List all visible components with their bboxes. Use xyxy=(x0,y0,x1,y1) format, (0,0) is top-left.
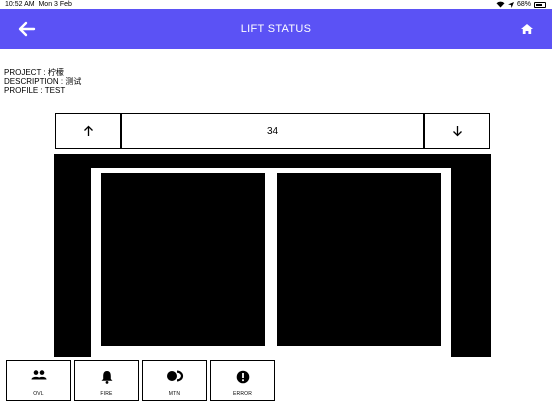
mtn-button[interactable]: MTN xyxy=(142,360,207,401)
lift-door-frame xyxy=(91,168,451,357)
ovl-label: OVL xyxy=(33,391,44,397)
lift-shaft xyxy=(54,154,491,357)
app-header: LIFT STATUS xyxy=(0,9,552,49)
lift-info: PROJECT : 柠檬 DESCRIPTION : 测试 PROFILE : … xyxy=(4,68,81,95)
status-time-date: 10:52 AM Mon 3 Feb xyxy=(5,0,72,9)
status-time: 10:52 AM xyxy=(5,1,35,8)
battery-icon xyxy=(534,1,546,8)
mtn-label: MTN xyxy=(168,391,181,397)
lift-door-right xyxy=(277,173,441,346)
floor-down-button[interactable] xyxy=(424,113,490,149)
ovl-button[interactable]: OVL xyxy=(6,360,71,401)
alert-icon xyxy=(236,370,249,384)
bell-icon xyxy=(101,371,112,384)
location-icon xyxy=(507,1,514,8)
status-date: Mon 3 Feb xyxy=(38,1,72,8)
status-right: 68% xyxy=(496,0,546,9)
wifi-icon xyxy=(496,1,505,8)
battery-percent: 68% xyxy=(516,1,531,8)
status-bar: 10:52 AM Mon 3 Feb 68% xyxy=(0,0,552,9)
arrow-down-icon xyxy=(452,126,462,137)
toggle-icon xyxy=(166,370,183,382)
description-line: DESCRIPTION : 测试 xyxy=(4,77,82,86)
arrow-up-icon xyxy=(83,125,93,136)
current-floor-display: 34 xyxy=(121,113,424,149)
home-icon[interactable] xyxy=(520,22,534,36)
error-button[interactable]: ERROR xyxy=(210,360,275,401)
lift-door-left xyxy=(101,173,265,346)
project-line: PROJECT : 柠檬 xyxy=(4,68,64,77)
floor-control: 34 xyxy=(55,113,491,151)
page-title: LIFT STATUS xyxy=(240,23,312,35)
fire-label: FIRE xyxy=(100,391,113,397)
current-floor-value: 34 xyxy=(266,125,279,137)
fire-button[interactable]: FIRE xyxy=(74,360,139,401)
profile-line: PROFILE : TEST xyxy=(4,86,66,95)
error-label: ERROR xyxy=(232,391,253,397)
people-icon xyxy=(31,370,46,380)
floor-up-button[interactable] xyxy=(55,113,121,149)
